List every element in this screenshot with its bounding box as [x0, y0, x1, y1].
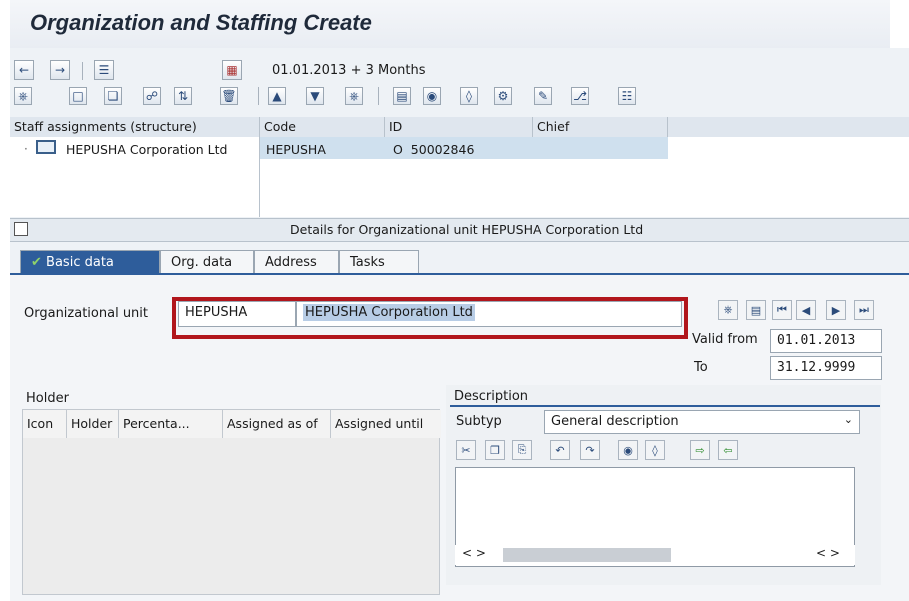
up-icon[interactable]: ▲ — [268, 87, 286, 105]
org-icon[interactable]: ☍ — [143, 87, 161, 105]
valid-from-label: Valid from — [692, 332, 758, 347]
tree-row-code[interactable]: HEPUSHA — [266, 142, 326, 157]
note-icon[interactable]: ✎ — [534, 87, 552, 105]
structure-icon[interactable]: ⎈ — [345, 87, 363, 105]
chevron-down-icon: ⌄ — [843, 413, 853, 426]
search-next-icon[interactable]: ◊ — [645, 440, 665, 460]
date-range-text: 01.01.2013 + 3 Months — [272, 63, 426, 78]
first-record-icon[interactable]: ⏮ — [772, 300, 792, 320]
valid-to-field[interactable]: 31.12.9999 — [770, 356, 882, 380]
settings-icon[interactable]: ⚙ — [494, 87, 512, 105]
calendar-icon[interactable]: ▦ — [222, 60, 242, 80]
checkmark-icon: ✔ — [31, 255, 42, 270]
undo-icon[interactable]: ↶ — [550, 440, 570, 460]
tree-row-name[interactable]: HEPUSHA Corporation Ltd — [66, 142, 227, 157]
previous-record-icon[interactable]: ◀ — [796, 300, 816, 320]
toolbar-separator — [258, 87, 259, 105]
list-icon[interactable]: ☰ — [94, 60, 114, 80]
move-icon[interactable]: ⇅ — [174, 87, 192, 105]
column-header-staff-assignments[interactable]: Staff assignments (structure) — [10, 117, 260, 137]
scrollbar-thumb[interactable] — [503, 548, 671, 562]
subtyp-value: General description — [551, 414, 679, 429]
overview-icon[interactable]: ▤ — [746, 300, 766, 320]
redo-icon[interactable]: ↷ — [580, 440, 600, 460]
details-title: Details for Organizational unit HEPUSHA … — [290, 222, 644, 237]
scroll-left-icon[interactable]: < > — [462, 546, 486, 560]
subtyp-label: Subtyp — [456, 414, 502, 429]
tab-basic-data[interactable]: ✔ Basic data — [20, 250, 160, 274]
tab-address[interactable]: Address — [254, 250, 339, 274]
next-record-icon[interactable]: ▶ — [826, 300, 846, 320]
column-header-chief[interactable]: Chief — [533, 117, 668, 137]
back-arrow-icon[interactable]: ← — [14, 60, 34, 80]
tab-label: Basic data — [46, 255, 114, 270]
copy-icon[interactable]: ❏ — [104, 87, 122, 105]
org-unit-label: Organizational unit — [24, 306, 149, 321]
down-icon[interactable]: ▼ — [306, 87, 324, 105]
description-title: Description — [450, 387, 880, 407]
search-icon[interactable]: ◉ — [618, 440, 638, 460]
scroll-right-icon[interactable]: < > — [816, 546, 840, 560]
holder-title: Holder — [22, 387, 440, 409]
tab-org-data[interactable]: Org. data — [160, 250, 254, 274]
export-icon[interactable]: ⇦ — [718, 440, 738, 460]
page-title: Organization and Staffing Create — [30, 10, 372, 35]
column-header-code[interactable]: Code — [260, 117, 385, 137]
highlight-box — [172, 297, 688, 339]
print-icon[interactable]: ▤ — [393, 87, 411, 105]
org-unit-icon — [36, 140, 56, 154]
holder-col-holder[interactable]: Holder — [67, 410, 119, 438]
columns-icon[interactable]: ☷ — [618, 87, 636, 105]
copy-text-icon[interactable]: ❐ — [485, 440, 505, 460]
to-label: To — [694, 360, 708, 375]
find-icon[interactable]: ◉ — [423, 87, 441, 105]
new-icon[interactable]: □ — [69, 87, 87, 105]
tree-node-bullet: · — [24, 142, 28, 156]
column-header-id[interactable]: ID — [385, 117, 533, 137]
toolbar-separator — [378, 87, 379, 105]
holder-col-assigned-as-of[interactable]: Assigned as of — [223, 410, 331, 438]
cut-icon[interactable]: ✂ — [456, 440, 476, 460]
holder-col-icon[interactable]: Icon — [23, 410, 67, 438]
tree-icon[interactable]: ⎇ — [571, 87, 589, 105]
delete-icon[interactable]: 🗑 — [220, 87, 238, 105]
forward-arrow-icon[interactable]: → — [50, 60, 70, 80]
find-next-icon[interactable]: ◊ — [460, 87, 478, 105]
import-icon[interactable]: ⇨ — [690, 440, 710, 460]
filter-icon[interactable] — [14, 222, 28, 236]
holder-grid: Icon Holder Percenta... Assigned as of A… — [22, 409, 441, 595]
relationship-icon[interactable]: ⎈ — [718, 300, 738, 320]
column-header-empty — [668, 117, 909, 137]
last-record-icon[interactable]: ⏭ — [854, 300, 874, 320]
tree-row-id[interactable]: O 50002846 — [393, 142, 474, 157]
toolbar-separator — [82, 62, 83, 80]
valid-from-field[interactable]: 01.01.2013 — [770, 329, 882, 353]
paste-icon[interactable]: ⎘ — [512, 440, 532, 460]
hierarchy-icon[interactable]: ⎈ — [14, 87, 32, 105]
holder-col-assigned-until[interactable]: Assigned until — [331, 410, 441, 438]
holder-col-percentage[interactable]: Percenta... — [119, 410, 223, 438]
subtyp-dropdown[interactable]: General description ⌄ — [544, 410, 860, 434]
tab-tasks[interactable]: Tasks — [339, 250, 419, 274]
